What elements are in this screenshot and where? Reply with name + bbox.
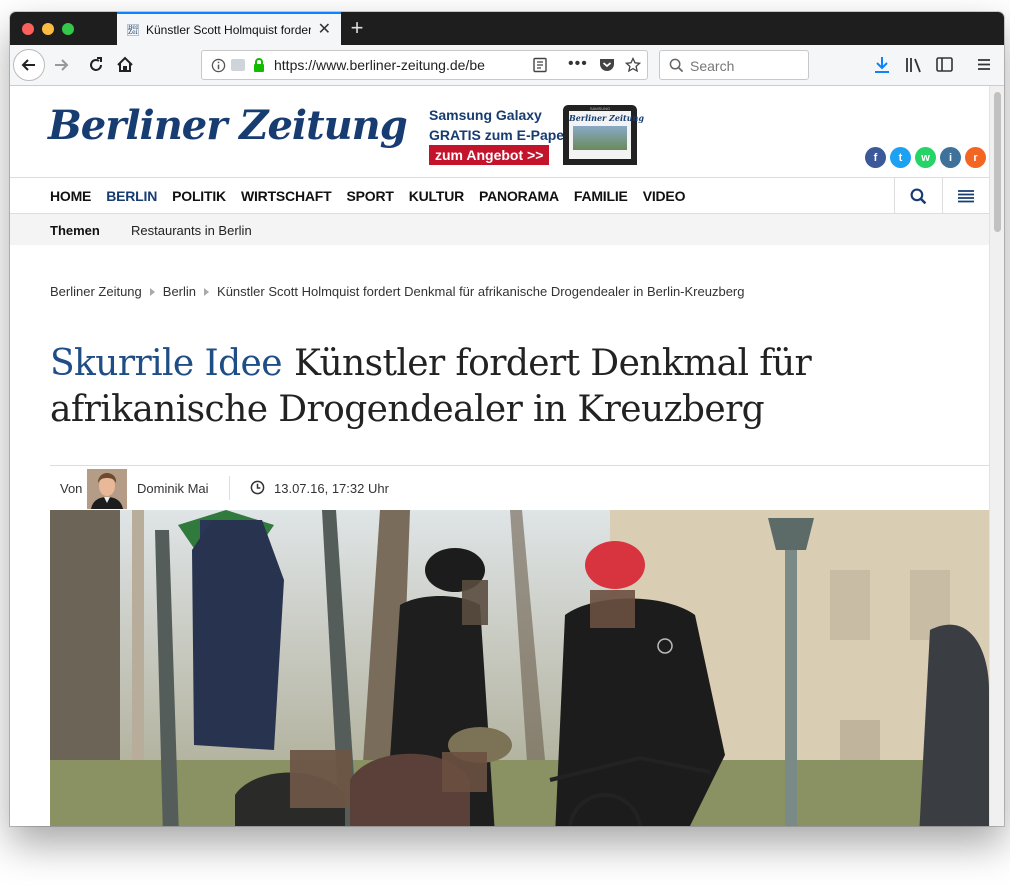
tablet-brand: SAMSUNG [589,106,611,111]
library-icon[interactable] [905,57,923,73]
facebook-icon[interactable]: f [865,147,886,168]
reload-button[interactable] [87,56,105,74]
breadcrumb-separator-icon [204,287,210,296]
article-hero-image[interactable] [50,510,989,826]
hero-photo [50,510,989,826]
site-logo[interactable]: Berliner Zeitung [48,102,408,149]
tablet-image: SAMSUNG Berliner Zeitung [563,105,644,165]
page-scrollbar[interactable] [989,86,1004,826]
tab-active[interactable]: Berliner Zeitung Künstler Scott Holmquis… [117,12,341,45]
browser-window: Berliner Zeitung Künstler Scott Holmquis… [10,12,1004,826]
permissions-icon[interactable] [231,59,245,71]
forward-button[interactable] [52,56,70,74]
tab-strip: Berliner Zeitung Künstler Scott Holmquis… [10,12,1004,45]
author-photo [87,469,127,509]
nav-item-berlin[interactable]: BERLIN [106,188,157,204]
breadcrumb-item-section[interactable]: Berlin [163,284,196,299]
site-menu-button[interactable] [942,178,989,214]
nav-item-panorama[interactable]: PANORAMA [479,188,559,204]
social-links: f t w i r [865,147,986,168]
ad-offer-button[interactable]: zum Angebot >> [429,145,550,165]
sidebar-icon[interactable] [936,57,953,72]
forward-icon [55,59,69,71]
epaper-ad-banner[interactable]: Samsung Galaxy GRATIS zum E-Paper zum An… [429,105,644,165]
breadcrumb-separator-icon [149,287,155,296]
nav-item-sport[interactable]: SPORT [347,188,394,204]
twitter-icon[interactable]: t [890,147,911,168]
search-icon [669,58,684,73]
site-search-button[interactable] [894,178,942,214]
nav-item-home[interactable]: HOME [50,188,91,204]
topics-bar: Themen Restaurants in Berlin [10,214,989,245]
more-icon[interactable]: ••• [568,55,588,73]
zoom-window-button[interactable] [62,23,74,35]
byline-prefix: Von [60,481,83,496]
topics-label: Themen [50,223,100,238]
nav-item-kultur[interactable]: KULTUR [409,188,465,204]
back-button[interactable] [13,49,45,81]
nav-item-politik[interactable]: POLITIK [172,188,226,204]
clock-icon [250,480,265,495]
main-navigation: HOME BERLIN POLITIK WIRTSCHAFT SPORT KUL… [10,177,989,214]
site-logo-text: Berliner Zeitung [48,102,408,149]
navigation-toolbar: https://www.berliner-zeitung.de/be ••• S… [10,45,1004,86]
favicon: Berliner Zeitung [127,23,139,36]
minimize-window-button[interactable] [42,23,54,35]
pocket-icon[interactable] [599,58,615,73]
home-button[interactable] [116,56,134,74]
tablet-photo [573,126,627,150]
article-kicker: Skurrile Idee [50,343,283,384]
tablet-masthead: Berliner Zeitung [569,113,644,123]
whatsapp-icon[interactable]: w [915,147,936,168]
instagram-icon[interactable]: i [940,147,961,168]
close-window-button[interactable] [22,23,34,35]
byline-divider [229,476,230,500]
tab-title: Künstler Scott Holmquist fordert Denkmal [146,22,311,37]
author-avatar[interactable] [87,469,127,509]
publish-date: 13.07.16, 17:32 Uhr [274,481,389,496]
topic-link[interactable]: Restaurants in Berlin [131,223,252,238]
search-icon [910,188,927,204]
reader-icon[interactable] [532,57,548,73]
scrollbar-thumb[interactable] [994,92,1001,232]
url-bar[interactable]: https://www.berliner-zeitung.de/be ••• [201,50,648,80]
hamburger-menu-icon [958,190,974,203]
reload-icon [90,57,102,71]
new-tab-button[interactable]: + [346,15,368,41]
lock-icon [254,58,264,72]
nav-item-wirtschaft[interactable]: WIRTSCHAFT [241,188,332,204]
breadcrumb-item-current: Künstler Scott Holmquist fordert Denkmal… [217,284,745,299]
download-icon[interactable] [874,56,890,74]
search-placeholder: Search [690,58,735,74]
search-field[interactable]: Search [659,50,809,80]
close-tab-icon[interactable]: ✕ [318,21,331,38]
byline: Von Dominik Mai 13.07.16, 17:32 Uhr [50,465,989,510]
author-name[interactable]: Dominik Mai [137,481,209,496]
page-content: Berliner Zeitung Samsung Galaxy GRATIS z… [10,86,989,826]
article-headline: Skurrile Idee Künstler fordert Denkmal fü… [50,341,950,433]
info-icon[interactable] [211,58,226,73]
breadcrumb: Berliner Zeitung Berlin Künstler Scott H… [50,284,745,299]
nav-item-familie[interactable]: FAMILIE [574,188,628,204]
bookmark-star-icon[interactable] [625,57,641,73]
breadcrumb-item-home[interactable]: Berliner Zeitung [50,284,142,299]
menu-icon[interactable] [977,58,991,71]
home-icon [117,56,133,72]
rss-icon[interactable]: r [965,147,986,168]
url-text: https://www.berliner-zeitung.de/be [274,57,485,73]
back-icon [21,59,35,71]
nav-item-video[interactable]: VIDEO [643,188,686,204]
